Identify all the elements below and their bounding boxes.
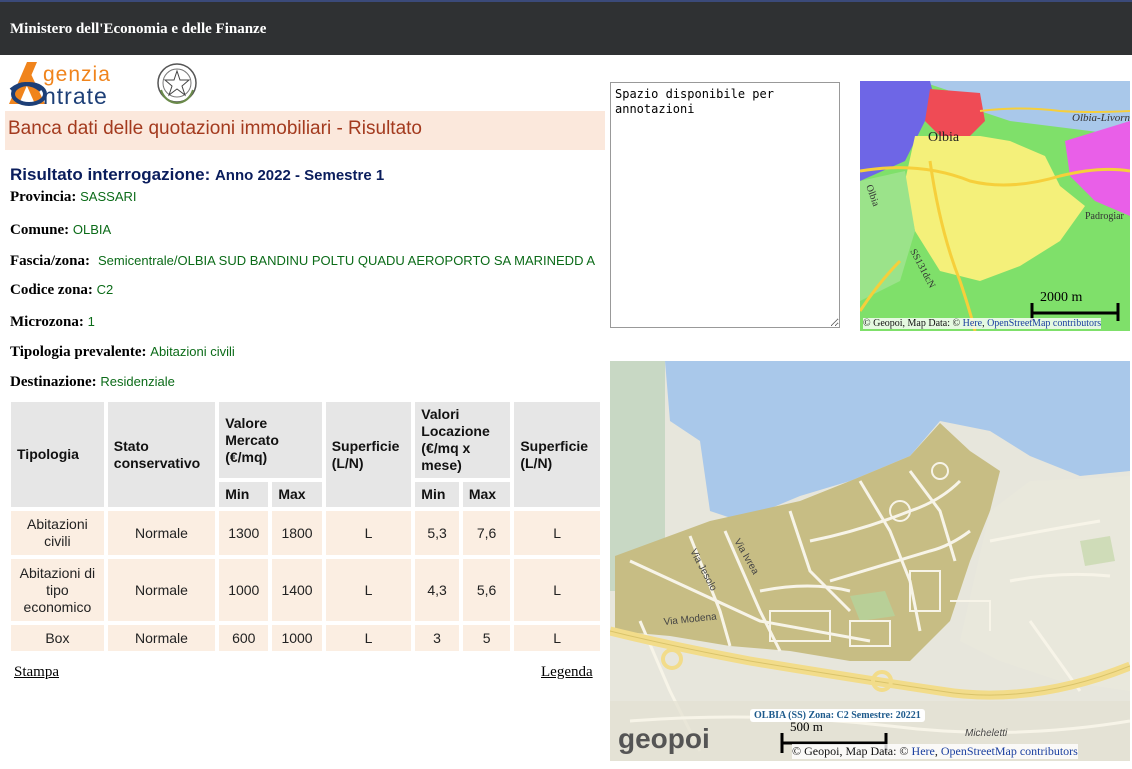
- cell-vl-max: 7,6: [462, 511, 511, 555]
- result-heading: Risultato interrogazione: Anno 2022 - Se…: [10, 165, 384, 185]
- detail-map[interactable]: Via Jesolo Via Ivrea Via Modena Michelet…: [610, 361, 1130, 761]
- header-vm-min: Min: [219, 482, 269, 507]
- header-tipologia: Tipologia: [11, 402, 104, 507]
- codice-label: Codice zona:: [10, 282, 93, 298]
- cell-superficie-1: L: [325, 625, 412, 651]
- destinazione-label: Destinazione:: [10, 374, 97, 390]
- cell-vm-min: 1300: [219, 511, 269, 555]
- tipologia-label: Tipologia prevalente:: [10, 344, 147, 360]
- result-label: Risultato interrogazione:: [10, 165, 211, 184]
- table-row: Abitazioni di tipo economico Normale 100…: [11, 559, 600, 621]
- overview-road-label: Olbia-Livorno: [1072, 112, 1130, 124]
- cell-stato: Normale: [107, 511, 216, 555]
- cell-superficie-1: L: [325, 511, 412, 555]
- overview-attrib-osm-link[interactable]: OpenStreetMap contributors: [987, 318, 1101, 329]
- republic-emblem-icon: [157, 63, 197, 105]
- ministry-title: Ministero dell'Economia e delle Finanze: [10, 21, 267, 37]
- overview-scale-label: 2000 m: [1040, 290, 1083, 305]
- result-period: Anno 2022 - Semestre 1: [214, 167, 385, 184]
- cell-stato: Normale: [107, 625, 216, 651]
- cell-superficie-2: L: [514, 625, 600, 651]
- header-vl-max: Max: [462, 482, 511, 507]
- detail-attrib-here-link[interactable]: Here: [912, 744, 935, 758]
- overview-attrib-prefix: © Geopoi, Map Data: ©: [863, 318, 963, 329]
- cell-vm-max: 1400: [272, 559, 322, 621]
- overview-attrib-here-link[interactable]: Here: [963, 318, 982, 329]
- header-vm-max: Max: [272, 482, 322, 507]
- overview-attribution: © Geopoi, Map Data: © Here, OpenStreetMa…: [863, 318, 1102, 329]
- top-bar: Ministero dell'Economia e delle Finanze: [0, 0, 1132, 55]
- cell-superficie-1: L: [325, 559, 412, 621]
- tipologia-row: Tipologia prevalente: Abitazioni civili: [10, 344, 235, 361]
- fascia-value: Semicentrale/OLBIA SUD BANDINU POLTU QUA…: [98, 253, 596, 268]
- cell-superficie-2: L: [514, 559, 600, 621]
- comune-row: Comune: OLBIA: [10, 222, 111, 239]
- cell-tipologia: Abitazioni di tipo economico: [11, 559, 104, 621]
- comune-label: Comune:: [10, 222, 70, 238]
- provincia-value: SASSARI: [80, 189, 137, 204]
- cell-vm-max: 1800: [272, 511, 322, 555]
- notes-textarea[interactable]: Spazio disponibile per annotazioni: [610, 82, 840, 328]
- overview-city-label: Olbia: [928, 130, 960, 145]
- cell-tipologia: Box: [11, 625, 104, 651]
- cell-vl-max: 5: [462, 625, 511, 651]
- quotation-table: Tipologia Stato conservativo Valore Merc…: [7, 398, 604, 655]
- detail-attrib-prefix: © Geopoi, Map Data: ©: [792, 744, 912, 758]
- stampa-link[interactable]: Stampa: [14, 664, 59, 681]
- legenda-link[interactable]: Legenda: [541, 664, 593, 681]
- agenzia-entrate-logo[interactable]: genzia ntrate: [5, 60, 200, 110]
- page-banner: Banca dati delle quotazioni immobiliari …: [5, 111, 605, 150]
- fascia-label: Fascia/zona:: [10, 253, 90, 269]
- fascia-row: Fascia/zona:: [10, 253, 90, 270]
- header-superficie-2: Superficie (L/N): [514, 402, 600, 507]
- header-superficie-1: Superficie (L/N): [325, 402, 412, 507]
- cell-tipologia: Abitazioni civili: [11, 511, 104, 555]
- geopoi-logo: geopoi: [618, 723, 710, 754]
- microzona-value: 1: [87, 314, 95, 329]
- overview-place-label: Padrogiar: [1085, 211, 1125, 222]
- microzona-label: Microzona:: [10, 314, 84, 330]
- destinazione-value: Residenziale: [100, 374, 175, 389]
- detail-place-label: Micheletti: [965, 728, 1008, 739]
- cell-stato: Normale: [107, 559, 216, 621]
- provincia-row: Provincia: SASSARI: [10, 189, 137, 206]
- cell-vl-min: 5,3: [415, 511, 459, 555]
- header-stato: Stato conservativo: [107, 402, 216, 507]
- cell-vl-min: 3: [415, 625, 459, 651]
- header-vl-min: Min: [415, 482, 459, 507]
- logo-entrate-text: ntrate: [43, 83, 108, 109]
- cell-vm-max: 1000: [272, 625, 322, 651]
- table-row: Abitazioni civili Normale 1300 1800 L 5,…: [11, 511, 600, 555]
- tipologia-value: Abitazioni civili: [150, 344, 235, 359]
- codice-value: C2: [96, 282, 114, 297]
- cell-superficie-2: L: [514, 511, 600, 555]
- table-row: Box Normale 600 1000 L 3 5 L: [11, 625, 600, 651]
- header-valore-mercato: Valore Mercato (€/mq): [219, 402, 322, 478]
- overview-map-canvas: Olbia Olbia-Livorno Olbia SS131dcN Padro…: [860, 81, 1130, 331]
- destinazione-row: Destinazione: Residenziale: [10, 374, 175, 391]
- header-valori-locazione: Valori Locazione (€/mq x mese): [415, 402, 511, 478]
- provincia-label: Provincia:: [10, 189, 77, 205]
- detail-attribution: © Geopoi, Map Data: © Here, OpenStreetMa…: [792, 744, 1078, 759]
- cell-vm-min: 1000: [219, 559, 269, 621]
- cell-vl-max: 5,6: [462, 559, 511, 621]
- microzona-row: Microzona: 1: [10, 314, 95, 331]
- detail-attrib-osm-link[interactable]: OpenStreetMap contributors: [941, 744, 1078, 758]
- cell-vm-min: 600: [219, 625, 269, 651]
- detail-map-canvas: Via Jesolo Via Ivrea Via Modena Michelet…: [610, 361, 1130, 761]
- codice-row: Codice zona: C2: [10, 282, 113, 299]
- overview-map[interactable]: Olbia Olbia-Livorno Olbia SS131dcN Padro…: [860, 81, 1130, 331]
- zone-info-badge: OLBIA (SS) Zona: C2 Semestre: 20221: [750, 709, 925, 722]
- comune-value: OLBIA: [72, 222, 112, 237]
- cell-vl-min: 4,3: [415, 559, 459, 621]
